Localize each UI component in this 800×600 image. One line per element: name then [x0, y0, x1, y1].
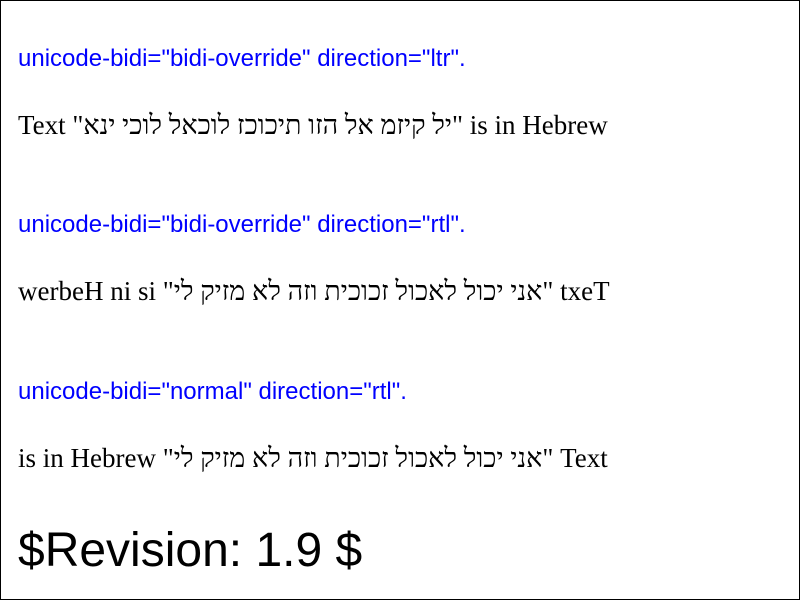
sample-text-ltr-override: Text "אני יכול לאכול זכוכית וזה לא מזיק …: [18, 110, 608, 140]
sample-text-rtl-override: Text "אני יכול לאכול זכוכית וזה לא מזיק …: [18, 276, 610, 306]
caption-ltr-override: unicode-bidi="bidi-override" direction="…: [18, 45, 466, 72]
sample-text-rtl-normal: Text "אני יכול לאכול זכוכית וזה לא מזיק …: [18, 443, 608, 473]
revision-label: $Revision: 1.9 $: [18, 524, 363, 577]
caption-rtl-override: unicode-bidi="bidi-override" direction="…: [18, 211, 466, 238]
test-frame: unicode-bidi="bidi-override" direction="…: [0, 0, 800, 600]
caption-rtl-normal: unicode-bidi="normal" direction="rtl".: [18, 378, 407, 405]
